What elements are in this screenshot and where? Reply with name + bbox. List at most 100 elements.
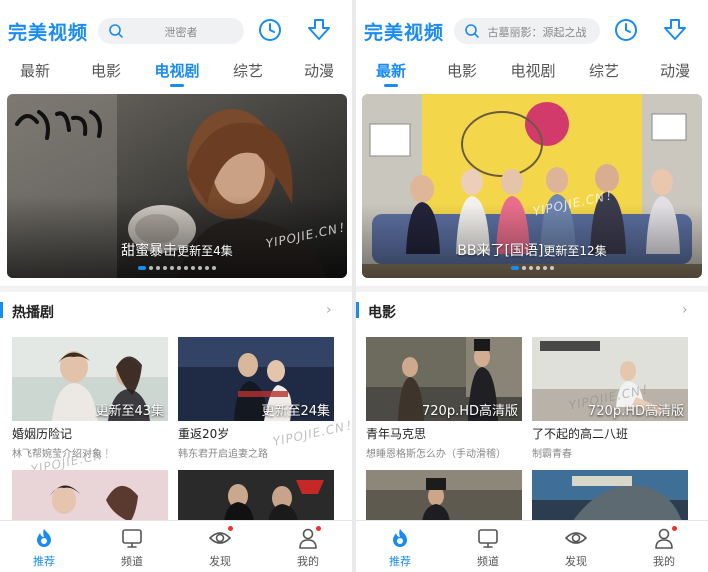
video-card[interactable] — [12, 470, 168, 522]
episode-badge: 更新至43集 — [95, 404, 164, 419]
featured-banner[interactable]: YIPOJIE.CN！ 甜蜜暴击更新至4集 — [7, 94, 347, 278]
video-title: 了不起的高二八班 — [532, 427, 629, 441]
category-tabs: 最新 电影 电视剧 综艺 动漫 — [356, 56, 708, 87]
pagination-dot[interactable] — [170, 266, 174, 270]
pagination-dot[interactable] — [198, 266, 202, 270]
pagination-dot[interactable] — [535, 266, 540, 270]
banner-caption: 甜蜜暴击更新至4集 — [7, 240, 347, 260]
pagination-dot[interactable] — [177, 266, 181, 270]
nav-profile[interactable]: 我的 — [278, 526, 338, 569]
section-title: 热播剧 — [12, 305, 54, 321]
nav-label: 频道 — [477, 555, 499, 568]
search-box[interactable]: 古墓丽影：源起之战 — [454, 18, 600, 44]
phone-screen-left: 完美视频 泄密者 最新 电影 电视剧 综艺 动漫 YIPOJIE.CN！ 甜蜜暴… — [0, 0, 352, 572]
bottom-nav: 推荐 频道 发现 我的 — [0, 520, 352, 572]
banner-caption: BB来了[国语]更新至12集 — [362, 240, 702, 260]
pagination-dot[interactable] — [510, 266, 519, 270]
tab-movies[interactable]: 电影 — [447, 60, 477, 81]
section-title: 电影 — [368, 305, 396, 321]
category-tabs: 最新 电影 电视剧 综艺 动漫 — [0, 56, 352, 87]
nav-recommend[interactable]: 推荐 — [370, 527, 430, 569]
profile-icon — [653, 526, 677, 549]
chevron-right-icon[interactable]: › — [682, 302, 688, 318]
pagination-dot[interactable] — [163, 266, 167, 270]
app-header: 完美视频 泄密者 — [0, 0, 352, 52]
video-thumbnail: 720p.HD高清版 — [532, 337, 688, 421]
pagination-dot[interactable] — [528, 266, 533, 270]
history-clock-icon[interactable] — [258, 18, 282, 42]
featured-banner[interactable]: YIPOJIE.CN！ BB来了[国语]更新至12集 — [362, 94, 702, 278]
recommend-icon — [37, 529, 51, 547]
video-card[interactable] — [532, 470, 688, 522]
section-accent-bar — [0, 302, 3, 318]
video-title: 婚姻历险记 — [12, 427, 73, 441]
section-accent-bar — [356, 302, 359, 318]
download-icon[interactable] — [306, 18, 332, 42]
search-box[interactable]: 泄密者 — [98, 18, 244, 44]
tab-anime[interactable]: 动漫 — [304, 60, 334, 81]
video-subtitle: 想睡恩格斯怎么办（手动滑稽） — [366, 449, 506, 460]
video-title: 青年马克思 — [366, 427, 427, 441]
tab-tv-series[interactable]: 电视剧 — [510, 60, 555, 81]
app-header: 完美视频 古墓丽影：源起之战 — [356, 0, 708, 52]
channel-tv-icon — [478, 529, 498, 548]
video-subtitle: 制霸青春 — [532, 449, 572, 460]
search-placeholder: 泄密者 — [164, 26, 198, 39]
video-thumbnail: 更新至43集 — [12, 337, 168, 421]
tab-latest[interactable]: 最新 — [376, 60, 406, 81]
video-card[interactable]: 更新至43集 婚姻历险记 林飞帮婉莹介绍对象 — [12, 337, 168, 460]
active-tab-indicator — [170, 84, 184, 87]
recommend-icon — [393, 529, 407, 547]
nav-channel[interactable]: 频道 — [458, 527, 518, 569]
nav-label: 发现 — [209, 555, 231, 568]
discover-eye-icon — [208, 526, 233, 549]
nav-label: 我的 — [297, 555, 319, 568]
banner-pagination — [7, 266, 347, 270]
search-placeholder: 古墓丽影：源起之战 — [487, 26, 587, 39]
video-card[interactable] — [178, 470, 334, 522]
banner-update: 更新至12集 — [543, 244, 607, 258]
video-subtitle: 韩东君开启追妻之路 — [178, 449, 268, 460]
banner-update: 更新至4集 — [177, 244, 233, 258]
section-divider — [0, 286, 352, 292]
nav-discover[interactable]: 发现 — [546, 527, 606, 569]
pagination-dot[interactable] — [156, 266, 160, 270]
nav-profile[interactable]: 我的 — [634, 526, 694, 569]
pagination-dot[interactable] — [149, 266, 153, 270]
pagination-dot[interactable] — [212, 266, 216, 270]
video-card[interactable]: 720p.HD高清版 青年马克思 想睡恩格斯怎么办（手动滑稽） — [366, 337, 522, 460]
section-header[interactable]: 电影 › — [356, 300, 708, 322]
app-logo: 完美视频 — [8, 22, 89, 44]
pagination-dot[interactable] — [521, 266, 526, 270]
nav-recommend[interactable]: 推荐 — [14, 527, 74, 569]
banner-title: 甜蜜暴击 — [121, 243, 178, 259]
video-thumbnail: 720p.HD高清版 — [366, 337, 522, 421]
tab-latest[interactable]: 最新 — [20, 60, 50, 81]
profile-icon — [297, 526, 321, 549]
notification-dot — [672, 526, 677, 531]
pagination-dot[interactable] — [191, 266, 195, 270]
tab-tv-series[interactable]: 电视剧 — [154, 60, 199, 81]
tab-variety[interactable]: 综艺 — [233, 60, 263, 81]
active-tab-indicator — [384, 84, 398, 87]
video-card[interactable] — [366, 470, 522, 522]
pagination-dot[interactable] — [549, 266, 554, 270]
section-header[interactable]: 热播剧 › — [0, 300, 352, 322]
section-divider — [356, 286, 708, 292]
chevron-right-icon[interactable]: › — [326, 302, 332, 318]
pagination-dot[interactable] — [184, 266, 188, 270]
history-clock-icon[interactable] — [614, 18, 638, 42]
tab-variety[interactable]: 综艺 — [589, 60, 619, 81]
pagination-dot[interactable] — [138, 266, 146, 270]
pagination-dot[interactable] — [542, 266, 547, 270]
notification-dot — [228, 526, 233, 531]
nav-label: 我的 — [653, 555, 675, 568]
episode-badge: 更新至24集 — [261, 404, 330, 419]
tab-movies[interactable]: 电影 — [91, 60, 121, 81]
nav-discover[interactable]: 发现 — [190, 526, 250, 569]
download-icon[interactable] — [662, 18, 688, 42]
tab-anime[interactable]: 动漫 — [660, 60, 690, 81]
nav-channel[interactable]: 频道 — [102, 527, 162, 569]
pagination-dot[interactable] — [205, 266, 209, 270]
nav-label: 发现 — [565, 555, 587, 568]
